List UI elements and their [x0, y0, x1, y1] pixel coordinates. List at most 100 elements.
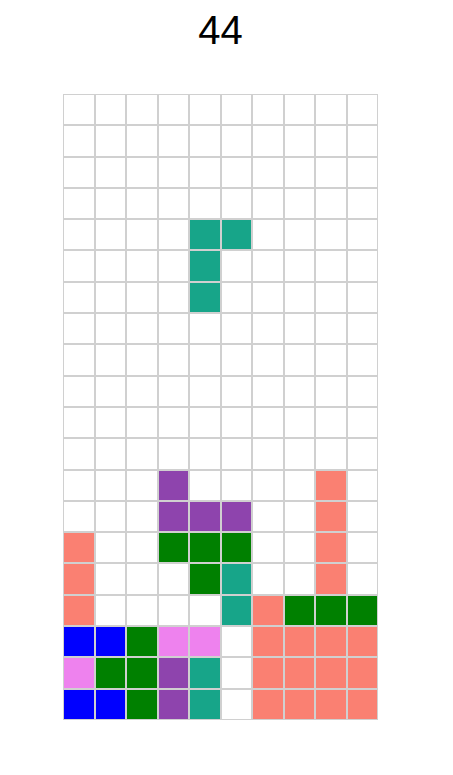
empty-cell: [221, 407, 253, 438]
empty-cell: [126, 438, 158, 469]
empty-cell: [189, 313, 221, 344]
empty-cell: [95, 157, 127, 188]
filled-cell: [126, 657, 158, 688]
filled-cell: [126, 689, 158, 720]
filled-cell: [347, 626, 379, 657]
filled-cell: [63, 657, 95, 688]
empty-cell: [221, 470, 253, 501]
empty-cell: [347, 188, 379, 219]
empty-cell: [347, 376, 379, 407]
empty-cell: [347, 470, 379, 501]
empty-cell: [158, 595, 190, 626]
empty-cell: [315, 157, 347, 188]
empty-cell: [126, 157, 158, 188]
empty-cell: [347, 125, 379, 156]
filled-cell: [347, 657, 379, 688]
board: [63, 94, 378, 720]
empty-cell: [221, 188, 253, 219]
empty-cell: [252, 219, 284, 250]
empty-cell: [189, 407, 221, 438]
empty-cell: [284, 250, 316, 281]
empty-cell: [158, 94, 190, 125]
empty-cell: [284, 438, 316, 469]
empty-cell: [347, 313, 379, 344]
empty-cell: [63, 438, 95, 469]
empty-cell: [252, 157, 284, 188]
empty-cell: [252, 470, 284, 501]
empty-cell: [63, 219, 95, 250]
empty-cell: [158, 282, 190, 313]
filled-cell: [63, 626, 95, 657]
empty-cell: [284, 282, 316, 313]
filled-cell: [189, 501, 221, 532]
empty-cell: [284, 188, 316, 219]
empty-cell: [315, 438, 347, 469]
empty-cell: [284, 157, 316, 188]
filled-cell: [284, 595, 316, 626]
empty-cell: [189, 438, 221, 469]
empty-cell: [284, 344, 316, 375]
empty-cell: [221, 626, 253, 657]
empty-cell: [347, 532, 379, 563]
empty-cell: [252, 438, 284, 469]
filled-cell: [189, 563, 221, 594]
empty-cell: [221, 689, 253, 720]
empty-cell: [284, 532, 316, 563]
empty-cell: [126, 313, 158, 344]
filled-cell: [189, 219, 221, 250]
empty-cell: [158, 157, 190, 188]
empty-cell: [284, 563, 316, 594]
filled-cell: [158, 657, 190, 688]
empty-cell: [126, 501, 158, 532]
empty-cell: [347, 250, 379, 281]
empty-cell: [252, 313, 284, 344]
filled-cell: [158, 532, 190, 563]
empty-cell: [63, 376, 95, 407]
filled-cell: [63, 532, 95, 563]
filled-cell: [315, 595, 347, 626]
empty-cell: [284, 376, 316, 407]
empty-cell: [158, 563, 190, 594]
empty-cell: [189, 157, 221, 188]
filled-cell: [315, 626, 347, 657]
empty-cell: [95, 250, 127, 281]
empty-cell: [95, 501, 127, 532]
empty-cell: [158, 344, 190, 375]
empty-cell: [95, 376, 127, 407]
empty-cell: [158, 250, 190, 281]
empty-cell: [252, 94, 284, 125]
empty-cell: [63, 282, 95, 313]
empty-cell: [63, 344, 95, 375]
empty-cell: [95, 470, 127, 501]
empty-cell: [126, 407, 158, 438]
empty-cell: [126, 344, 158, 375]
empty-cell: [95, 407, 127, 438]
filled-cell: [158, 470, 190, 501]
empty-cell: [95, 532, 127, 563]
empty-cell: [126, 250, 158, 281]
empty-cell: [252, 376, 284, 407]
filled-cell: [221, 219, 253, 250]
empty-cell: [189, 125, 221, 156]
filled-cell: [347, 689, 379, 720]
empty-cell: [347, 407, 379, 438]
filled-cell: [95, 626, 127, 657]
empty-cell: [347, 563, 379, 594]
empty-cell: [284, 94, 316, 125]
empty-cell: [95, 563, 127, 594]
filled-cell: [63, 563, 95, 594]
empty-cell: [189, 595, 221, 626]
empty-cell: [252, 407, 284, 438]
empty-cell: [95, 282, 127, 313]
empty-cell: [95, 438, 127, 469]
filled-cell: [284, 626, 316, 657]
empty-cell: [158, 125, 190, 156]
filled-cell: [315, 657, 347, 688]
empty-cell: [315, 407, 347, 438]
empty-cell: [315, 250, 347, 281]
empty-cell: [252, 282, 284, 313]
empty-cell: [63, 407, 95, 438]
empty-cell: [126, 532, 158, 563]
filled-cell: [189, 626, 221, 657]
filled-cell: [126, 626, 158, 657]
